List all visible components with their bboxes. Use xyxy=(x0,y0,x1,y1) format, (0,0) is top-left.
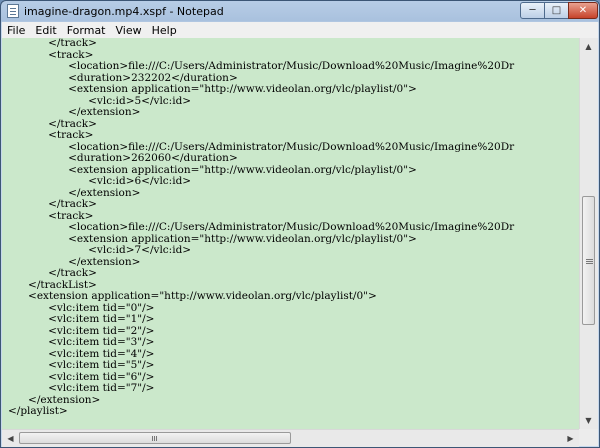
notepad-icon[interactable] xyxy=(7,4,19,18)
window-title: imagine-dragon.mp4.xspf - Notepad xyxy=(24,5,224,18)
grip-icon xyxy=(586,258,593,260)
menu-help[interactable]: Help xyxy=(147,24,182,37)
menu-file[interactable]: File xyxy=(2,24,30,37)
grip-icon xyxy=(152,436,153,441)
resize-grip[interactable] xyxy=(579,429,598,446)
arrow-up-icon: ▲ xyxy=(585,42,592,51)
notepad-window: imagine-dragon.mp4.xspf - Notepad ─ □ ✕ … xyxy=(0,0,600,448)
text-line[interactable]: <vlc:item tid="5"/> xyxy=(8,359,579,372)
scroll-left-button[interactable]: ◀ xyxy=(2,430,19,447)
text-line[interactable]: </track> xyxy=(8,38,579,50)
editor-text[interactable]: </track> <track> <location>file:///C:/Us… xyxy=(2,38,579,418)
text-line[interactable]: <vlc:item tid="1"/> xyxy=(8,313,579,326)
text-line[interactable]: </extension> xyxy=(8,394,579,407)
horizontal-scrollbar[interactable]: ◀ ▶ xyxy=(2,429,579,447)
text-line[interactable]: </track> xyxy=(8,267,579,280)
title-bar[interactable]: imagine-dragon.mp4.xspf - Notepad ─ □ ✕ xyxy=(1,1,599,22)
menu-format[interactable]: Format xyxy=(62,24,111,37)
menu-bar: File Edit Format View Help xyxy=(2,22,598,39)
maximize-icon: □ xyxy=(551,5,562,16)
text-editor[interactable]: </track> <track> <location>file:///C:/Us… xyxy=(2,38,579,429)
menu-view[interactable]: View xyxy=(111,24,147,37)
maximize-button[interactable]: □ xyxy=(544,2,569,19)
minimize-button[interactable]: ─ xyxy=(520,2,545,19)
text-line[interactable]: <location>file:///C:/Users/Administrator… xyxy=(8,221,579,234)
vertical-scrollbar[interactable]: ▲ ▼ xyxy=(579,38,598,429)
text-line[interactable]: <vlc:id>6</vlc:id> xyxy=(8,175,579,188)
text-line[interactable]: <vlc:item tid="3"/> xyxy=(8,336,579,349)
horizontal-scroll-thumb[interactable] xyxy=(19,432,291,444)
scroll-down-button[interactable]: ▼ xyxy=(580,412,597,429)
scroll-up-button[interactable]: ▲ xyxy=(580,38,597,55)
minimize-icon: ─ xyxy=(529,5,536,16)
text-line[interactable]: <location>file:///C:/Users/Administrator… xyxy=(8,60,579,73)
text-line[interactable]: <extension application="http://www.video… xyxy=(8,83,579,96)
text-line[interactable]: <vlc:id>7</vlc:id> xyxy=(8,244,579,257)
scroll-right-button[interactable]: ▶ xyxy=(562,430,579,447)
arrow-down-icon: ▼ xyxy=(585,416,592,425)
text-line[interactable]: </track> xyxy=(8,118,579,131)
text-line[interactable]: <duration>262060</duration> xyxy=(8,152,579,165)
close-icon: ✕ xyxy=(578,5,588,16)
text-line[interactable]: <extension application="http://www.video… xyxy=(8,290,579,303)
text-line[interactable]: </playlist> xyxy=(8,405,579,418)
close-button[interactable]: ✕ xyxy=(568,2,598,19)
text-line[interactable]: <vlc:item tid="7"/> xyxy=(8,382,579,395)
arrow-left-icon: ◀ xyxy=(7,434,14,443)
vertical-scroll-thumb[interactable] xyxy=(582,196,595,325)
menu-edit[interactable]: Edit xyxy=(30,24,61,37)
text-line[interactable]: </extension> xyxy=(8,106,579,119)
text-line[interactable]: </track> xyxy=(8,198,579,211)
arrow-right-icon: ▶ xyxy=(567,434,574,443)
text-line[interactable]: <track> xyxy=(8,129,579,142)
